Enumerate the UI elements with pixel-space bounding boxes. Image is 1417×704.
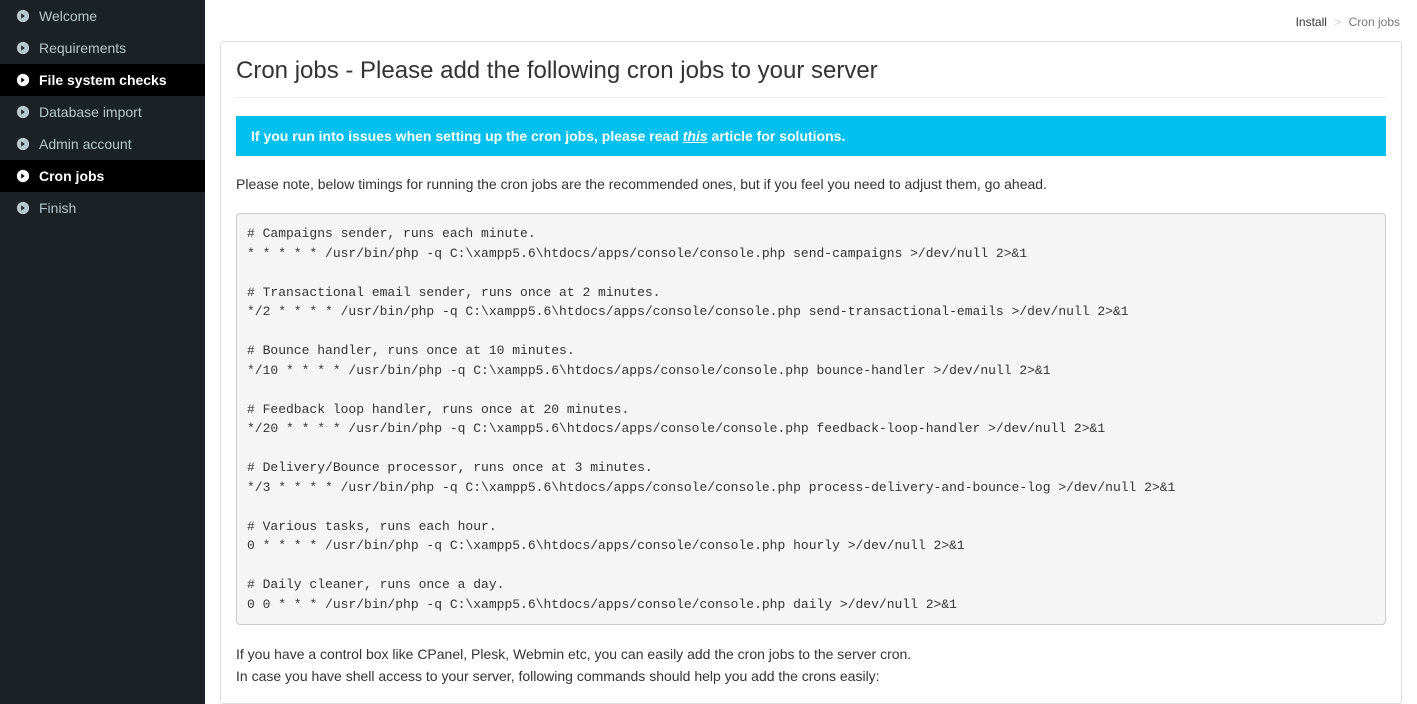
alert-text-suffix: article for solutions. [708, 128, 846, 144]
sidebar-item-label: Cron jobs [39, 168, 104, 184]
breadcrumb-item[interactable]: Install [1296, 15, 1327, 29]
circle-arrow-icon [15, 169, 31, 183]
sidebar-item-cron-jobs[interactable]: Cron jobs [0, 160, 205, 192]
circle-arrow-icon [15, 9, 31, 23]
breadcrumb-item-current: Cron jobs [1349, 15, 1400, 29]
cron-code-block: # Campaigns sender, runs each minute. * … [236, 213, 1386, 625]
breadcrumb-separator: > [1334, 15, 1341, 29]
alert-link[interactable]: this [683, 128, 708, 144]
circle-arrow-icon [15, 105, 31, 119]
sidebar-item-filesystem-checks[interactable]: File system checks [0, 64, 205, 96]
sidebar-item-label: Welcome [39, 8, 97, 24]
sidebar-item-label: Requirements [39, 40, 126, 56]
sidebar-item-label: Database import [39, 104, 142, 120]
sidebar-item-database-import[interactable]: Database import [0, 96, 205, 128]
sidebar: Welcome Requirements File system checks … [0, 0, 205, 704]
circle-arrow-icon [15, 201, 31, 215]
note-text: Please note, below timings for running t… [236, 174, 1386, 195]
circle-arrow-icon [15, 41, 31, 55]
sidebar-item-label: File system checks [39, 72, 167, 88]
content-panel: Cron jobs - Please add the following cro… [220, 41, 1402, 704]
footer-line: In case you have shell access to your se… [236, 665, 1386, 687]
info-alert: If you run into issues when setting up t… [236, 116, 1386, 156]
circle-arrow-icon [15, 73, 31, 87]
alert-text-prefix: If you run into issues when setting up t… [251, 128, 683, 144]
sidebar-item-requirements[interactable]: Requirements [0, 32, 205, 64]
page-title: Cron jobs - Please add the following cro… [236, 57, 1386, 98]
sidebar-item-welcome[interactable]: Welcome [0, 0, 205, 32]
main-content: Install > Cron jobs Cron jobs - Please a… [205, 0, 1417, 704]
breadcrumb: Install > Cron jobs [220, 15, 1402, 29]
sidebar-item-label: Admin account [39, 136, 132, 152]
circle-arrow-icon [15, 137, 31, 151]
sidebar-item-admin-account[interactable]: Admin account [0, 128, 205, 160]
sidebar-item-label: Finish [39, 200, 76, 216]
footer-text: If you have a control box like CPanel, P… [236, 643, 1386, 688]
footer-line: If you have a control box like CPanel, P… [236, 643, 1386, 665]
sidebar-item-finish[interactable]: Finish [0, 192, 205, 224]
